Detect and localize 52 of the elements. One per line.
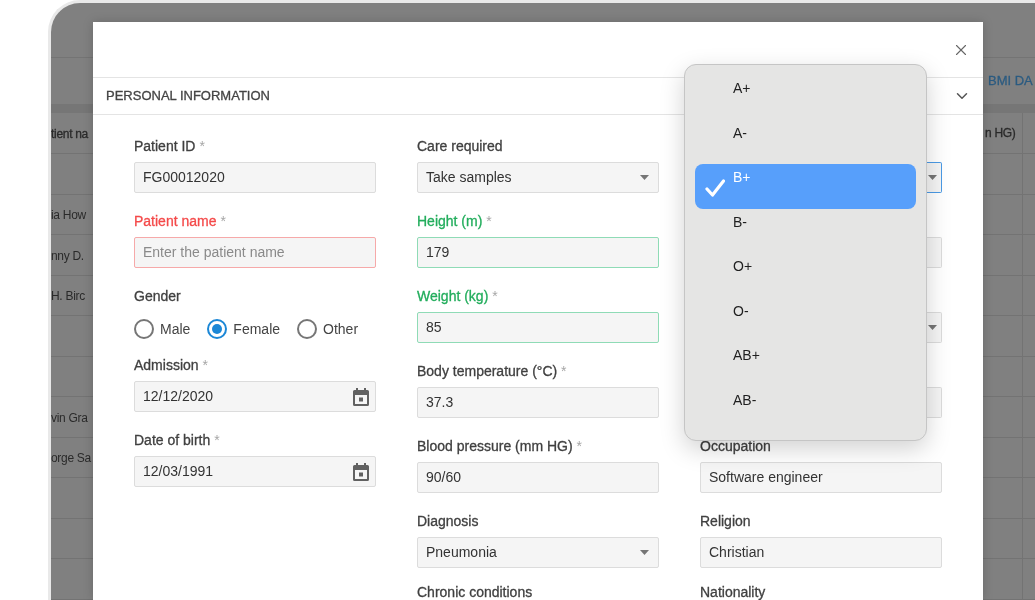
menu-option[interactable]: O+	[695, 253, 916, 298]
field-label: Chronic conditions	[417, 584, 534, 600]
column-header: n HG)	[985, 125, 1016, 142]
date-field[interactable]: 12/12/2020	[134, 381, 376, 412]
menu-option[interactable]: A-	[695, 119, 916, 164]
date-field[interactable]: 12/03/1991	[134, 456, 376, 487]
table-cell: ia How	[51, 208, 86, 223]
field-label: Care required	[417, 138, 504, 155]
menu-option[interactable]: AB-	[695, 386, 916, 431]
field-label: Nationality	[700, 584, 767, 600]
text-field[interactable]: FG00012020	[134, 162, 376, 193]
menu-option[interactable]: AB+	[695, 342, 916, 387]
menu-option[interactable]: O-	[695, 297, 916, 342]
caret-icon	[640, 550, 649, 555]
text-field[interactable]: Software engineer	[700, 462, 942, 493]
text-field[interactable]: 37.3	[417, 387, 659, 418]
column-header: tient na	[51, 127, 88, 141]
text-field[interactable]: 85	[417, 312, 659, 343]
checkmark-icon	[705, 179, 725, 198]
select-field[interactable]	[927, 162, 942, 193]
select-field[interactable]: Take samples	[417, 162, 659, 193]
radio-option[interactable]: Male	[134, 318, 191, 340]
text-field[interactable]	[927, 387, 942, 418]
table-cell: vin Gra	[51, 410, 88, 425]
field-label: Weight (kg) *	[417, 288, 499, 305]
field-label: Occupation	[700, 438, 772, 455]
field-label: Height (m) *	[417, 213, 493, 230]
field-label: Admission *	[134, 357, 209, 374]
radio-option[interactable]: Other	[297, 318, 359, 340]
field-label: Gender	[134, 288, 182, 305]
calendar-icon	[353, 387, 369, 406]
text-field[interactable]: Christian	[700, 537, 942, 568]
text-field[interactable]: 179	[417, 237, 659, 268]
menu-option[interactable]: B-	[695, 208, 916, 253]
caret-icon	[928, 175, 937, 180]
text-field[interactable]: 90/60	[417, 462, 659, 493]
field-label: Patient name *	[134, 213, 227, 230]
caret-icon	[640, 175, 649, 180]
field-label: Blood pressure (mm HG) *	[417, 438, 583, 455]
radio-option[interactable]: Female	[207, 318, 281, 340]
table-cell: nny D.	[51, 248, 84, 263]
calendar-icon	[353, 462, 369, 481]
caret-icon	[928, 325, 937, 330]
table-cell: orge Sa	[51, 451, 91, 466]
table-cell: H. Birc	[51, 289, 85, 304]
text-field[interactable]	[927, 237, 942, 268]
field-label: Date of birth *	[134, 432, 221, 449]
field-label: Body temperature (°C) *	[417, 363, 568, 380]
field-label: Religion	[700, 513, 752, 530]
field-label: Diagnosis	[417, 513, 480, 530]
field-label: Patient ID *	[134, 138, 206, 155]
select-field[interactable]: Pneumonia	[417, 537, 659, 568]
